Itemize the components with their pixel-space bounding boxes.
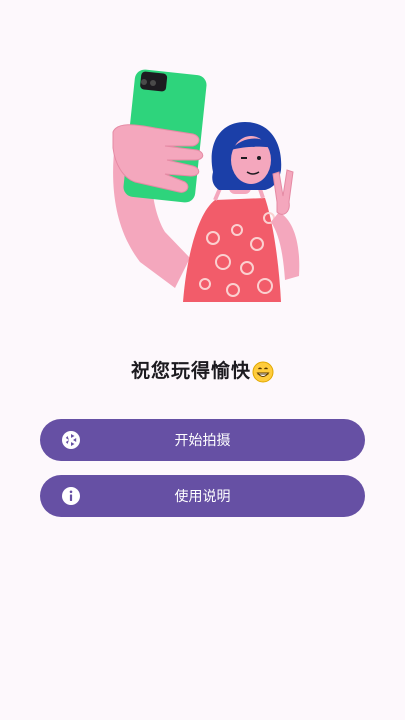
greeting-title: 祝您玩得愉快 <box>0 356 405 386</box>
selfie-illustration <box>112 69 300 302</box>
camera-shutter-icon <box>62 431 80 449</box>
instructions-label: 使用说明 <box>174 489 231 505</box>
start-shooting-label: 开始拍摄 <box>174 433 231 449</box>
info-icon <box>62 487 80 505</box>
grinning-face-icon <box>252 361 274 382</box>
greeting-text: 祝您玩得愉快 <box>130 360 251 382</box>
instructions-button[interactable]: 使用说明 <box>40 475 365 517</box>
start-shooting-button[interactable]: 开始拍摄 <box>40 419 365 461</box>
